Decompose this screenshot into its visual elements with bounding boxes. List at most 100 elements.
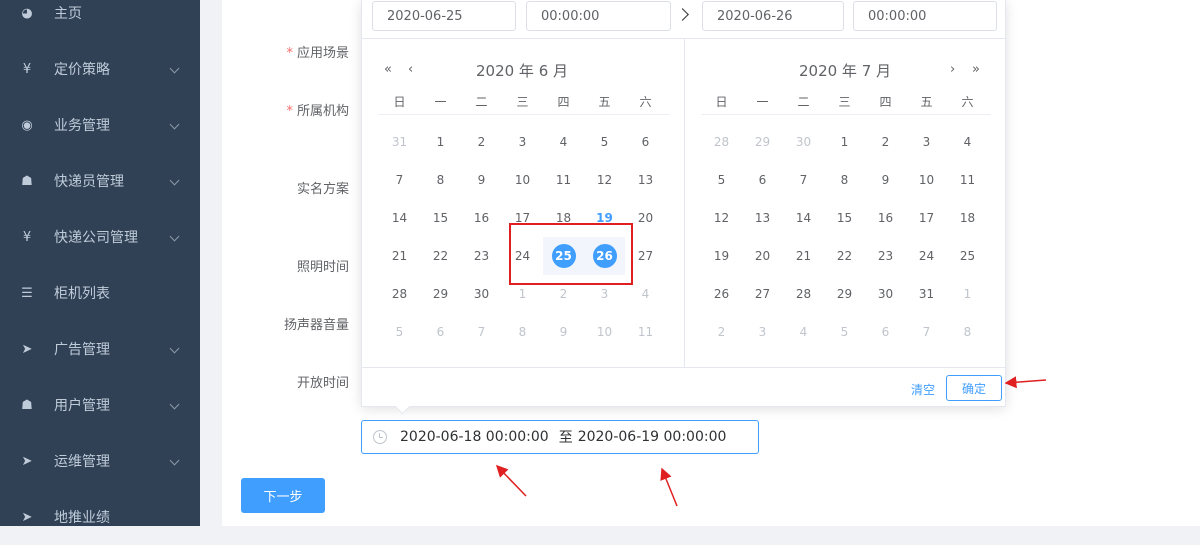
- calendar-day[interactable]: 25: [947, 237, 988, 275]
- calendar-day[interactable]: 13: [742, 199, 783, 237]
- sidebar-item[interactable]: ➤ 地推业绩: [0, 489, 200, 545]
- calendar-day[interactable]: 14: [379, 199, 420, 237]
- next-step-button[interactable]: 下一步: [241, 478, 325, 513]
- calendar-day[interactable]: 12: [584, 161, 625, 199]
- calendar-day[interactable]: 30: [461, 275, 502, 313]
- calendar-day[interactable]: 5: [701, 161, 742, 199]
- clear-button[interactable]: 清空: [911, 381, 935, 398]
- sidebar-item[interactable]: ◕ 主页: [0, 0, 200, 41]
- calendar-day[interactable]: 1: [824, 123, 865, 161]
- calendar-day[interactable]: 6: [742, 161, 783, 199]
- calendar-day[interactable]: 7: [379, 161, 420, 199]
- calendar-day[interactable]: 4: [543, 123, 584, 161]
- calendar-day[interactable]: 3: [502, 123, 543, 161]
- calendar-day[interactable]: 1: [502, 275, 543, 313]
- calendar-day[interactable]: 23: [461, 237, 502, 275]
- calendar-day[interactable]: 6: [420, 313, 461, 351]
- calendar-day[interactable]: 7: [906, 313, 947, 351]
- calendar-day[interactable]: 17: [906, 199, 947, 237]
- calendar-day[interactable]: 20: [742, 237, 783, 275]
- calendar-day[interactable]: 4: [625, 275, 666, 313]
- calendar-day[interactable]: 26: [584, 237, 625, 275]
- calendar-day[interactable]: 28: [379, 275, 420, 313]
- calendar-day[interactable]: 17: [502, 199, 543, 237]
- calendar-day[interactable]: 26: [701, 275, 742, 313]
- calendar-day[interactable]: 31: [906, 275, 947, 313]
- calendar-day[interactable]: 12: [701, 199, 742, 237]
- calendar-day[interactable]: 28: [701, 123, 742, 161]
- calendar-day[interactable]: 20: [625, 199, 666, 237]
- next-year-icon[interactable]: »: [972, 62, 980, 77]
- calendar-day[interactable]: 29: [742, 123, 783, 161]
- calendar-day[interactable]: 1: [420, 123, 461, 161]
- calendar-day[interactable]: 10: [584, 313, 625, 351]
- calendar-day[interactable]: 9: [543, 313, 584, 351]
- calendar-day[interactable]: 30: [865, 275, 906, 313]
- prev-year-icon[interactable]: «: [384, 62, 392, 77]
- sidebar-item[interactable]: ¥ 定价策略: [0, 41, 200, 97]
- calendar-day[interactable]: 19: [701, 237, 742, 275]
- calendar-day[interactable]: 27: [742, 275, 783, 313]
- calendar-day[interactable]: 7: [461, 313, 502, 351]
- calendar-day[interactable]: 5: [584, 123, 625, 161]
- confirm-button[interactable]: 确定: [946, 375, 1002, 401]
- prev-month-icon[interactable]: ‹: [408, 62, 413, 77]
- calendar-day[interactable]: 16: [865, 199, 906, 237]
- calendar-day[interactable]: 24: [906, 237, 947, 275]
- calendar-day[interactable]: 11: [543, 161, 584, 199]
- calendar-day[interactable]: 6: [865, 313, 906, 351]
- calendar-day[interactable]: 4: [947, 123, 988, 161]
- calendar-day[interactable]: 8: [824, 161, 865, 199]
- sidebar-item[interactable]: ➤ 广告管理: [0, 321, 200, 377]
- sidebar-item[interactable]: ☗ 快递员管理: [0, 153, 200, 209]
- calendar-day[interactable]: 28: [783, 275, 824, 313]
- range-end-value[interactable]: 2020-06-19 00:00:00: [578, 429, 727, 445]
- calendar-day[interactable]: 18: [543, 199, 584, 237]
- calendar-day[interactable]: 25: [543, 237, 584, 275]
- calendar-day[interactable]: 2: [543, 275, 584, 313]
- calendar-day[interactable]: 14: [783, 199, 824, 237]
- calendar-day[interactable]: 10: [906, 161, 947, 199]
- calendar-day[interactable]: 9: [865, 161, 906, 199]
- sidebar-item[interactable]: ➤ 运维管理: [0, 433, 200, 489]
- calendar-day[interactable]: 3: [742, 313, 783, 351]
- calendar-day[interactable]: 9: [461, 161, 502, 199]
- calendar-day[interactable]: 2: [701, 313, 742, 351]
- calendar-day[interactable]: 21: [379, 237, 420, 275]
- calendar-day[interactable]: 2: [461, 123, 502, 161]
- calendar-day[interactable]: 8: [502, 313, 543, 351]
- calendar-day[interactable]: 22: [824, 237, 865, 275]
- calendar-day[interactable]: 11: [625, 313, 666, 351]
- calendar-day[interactable]: 15: [824, 199, 865, 237]
- range-start-value[interactable]: 2020-06-18 00:00:00: [400, 429, 549, 445]
- calendar-day[interactable]: 15: [420, 199, 461, 237]
- calendar-day[interactable]: 8: [420, 161, 461, 199]
- calendar-day[interactable]: 10: [502, 161, 543, 199]
- calendar-day[interactable]: 11: [947, 161, 988, 199]
- calendar-day[interactable]: 13: [625, 161, 666, 199]
- start-time-input[interactable]: 00:00:00: [526, 1, 671, 31]
- calendar-day[interactable]: 8: [947, 313, 988, 351]
- calendar-day[interactable]: 7: [783, 161, 824, 199]
- calendar-day[interactable]: 3: [906, 123, 947, 161]
- next-month-icon[interactable]: ›: [950, 62, 955, 77]
- calendar-day[interactable]: 24: [502, 237, 543, 275]
- calendar-day[interactable]: 3: [584, 275, 625, 313]
- calendar-day[interactable]: 19: [584, 199, 625, 237]
- calendar-day[interactable]: 6: [625, 123, 666, 161]
- start-date-input[interactable]: 2020-06-25: [372, 1, 516, 31]
- sidebar-item[interactable]: ☰ 柜机列表: [0, 265, 200, 321]
- end-date-input[interactable]: 2020-06-26: [702, 1, 844, 31]
- calendar-day[interactable]: 27: [625, 237, 666, 275]
- calendar-day[interactable]: 16: [461, 199, 502, 237]
- calendar-day[interactable]: 5: [379, 313, 420, 351]
- calendar-day[interactable]: 1: [947, 275, 988, 313]
- sidebar-item[interactable]: ◉ 业务管理: [0, 97, 200, 153]
- calendar-day[interactable]: 31: [379, 123, 420, 161]
- calendar-day[interactable]: 30: [783, 123, 824, 161]
- calendar-day[interactable]: 23: [865, 237, 906, 275]
- calendar-day[interactable]: 5: [824, 313, 865, 351]
- calendar-day[interactable]: 4: [783, 313, 824, 351]
- calendar-day[interactable]: 29: [420, 275, 461, 313]
- calendar-day[interactable]: 18: [947, 199, 988, 237]
